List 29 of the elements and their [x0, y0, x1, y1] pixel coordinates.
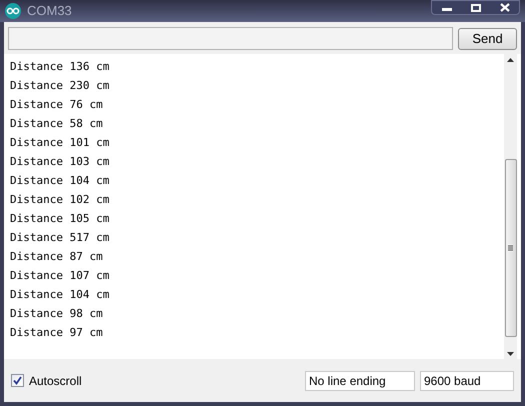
close-icon	[500, 3, 510, 12]
check-icon	[13, 376, 22, 385]
output-line: Distance 58 cm	[10, 116, 103, 132]
baud-rate-dropdown[interactable]: 9600 baud	[420, 370, 514, 390]
output-line: Distance 230 cm	[10, 78, 110, 94]
autoscroll-checkbox[interactable]	[11, 374, 24, 387]
output-line: Distance 107 cm	[10, 268, 110, 284]
output-line: Distance 87 cm	[10, 249, 103, 265]
output-line: Distance 97 cm	[10, 325, 103, 341]
scroll-down-icon[interactable]	[507, 352, 514, 356]
output-line: Distance 105 cm	[10, 211, 110, 227]
scrollbar-thumb[interactable]	[504, 159, 516, 337]
send-input-field[interactable]	[8, 27, 453, 50]
output-line: Distance 517 cm	[10, 230, 110, 246]
output-line: Distance 104 cm	[10, 173, 110, 189]
logo-icon	[5, 3, 21, 19]
scroll-up-icon[interactable]	[507, 58, 514, 62]
grip-icon	[508, 244, 513, 252]
autoscroll-label: Autoscroll	[29, 372, 82, 390]
output-line: Distance 76 cm	[10, 97, 103, 113]
window-title: COM33	[27, 2, 72, 20]
output-line: Distance 98 cm	[10, 306, 103, 322]
send-button[interactable]: Send	[458, 28, 517, 50]
output-line: Distance 101 cm	[10, 135, 110, 151]
line-ending-dropdown[interactable]: No line ending	[305, 370, 415, 390]
output-line: Distance 103 cm	[10, 154, 110, 170]
output-line: Distance 136 cm	[10, 59, 110, 75]
output-line: Distance 104 cm	[10, 287, 110, 303]
output-line: Distance 102 cm	[10, 192, 110, 208]
